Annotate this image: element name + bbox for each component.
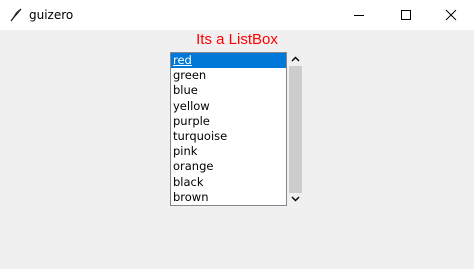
list-item-label: brown [173, 189, 209, 204]
list-item-brown[interactable]: brown [171, 190, 286, 205]
list-item-pink[interactable]: pink [171, 144, 286, 159]
close-button[interactable] [428, 0, 474, 30]
maximize-button[interactable] [383, 0, 429, 30]
list-item-orange[interactable]: orange [171, 159, 286, 174]
maximize-icon [401, 10, 411, 20]
list-item-label: blue [173, 83, 198, 98]
minimize-icon [354, 15, 364, 16]
window-title: guizero [29, 8, 74, 22]
chevron-down-icon [291, 196, 300, 202]
list-item-label: green [173, 68, 207, 83]
listbox-heading: Its a ListBox [196, 31, 278, 48]
color-listbox[interactable]: red green blue yellow purple turquoise pink ora… [170, 52, 287, 206]
minimize-button[interactable] [336, 0, 382, 30]
list-item-label: pink [173, 144, 198, 159]
list-item-label: red [173, 53, 192, 67]
chevron-up-icon [291, 56, 300, 62]
list-item-green[interactable]: green [171, 68, 286, 83]
list-item-blue[interactable]: blue [171, 83, 286, 98]
list-item-purple[interactable]: purple [171, 114, 286, 129]
list-item-label: turquoise [173, 128, 228, 143]
list-item-yellow[interactable]: yellow [171, 99, 286, 114]
list-item-black[interactable]: black [171, 175, 286, 190]
scroll-down-button[interactable] [288, 192, 303, 206]
feather-icon [10, 8, 22, 22]
list-item-label: orange [173, 159, 214, 174]
scroll-thumb[interactable] [289, 66, 302, 193]
scroll-up-button[interactable] [288, 52, 303, 66]
list-item-label: black [173, 174, 204, 189]
list-item-label: purple [173, 113, 210, 128]
list-item-red[interactable]: red [171, 53, 286, 69]
listbox-scrollbar[interactable] [288, 52, 303, 206]
close-icon [445, 9, 457, 21]
title-bar[interactable]: guizero [0, 0, 474, 30]
list-item-label: yellow [173, 98, 210, 113]
list-item-turquoise[interactable]: turquoise [171, 129, 286, 144]
